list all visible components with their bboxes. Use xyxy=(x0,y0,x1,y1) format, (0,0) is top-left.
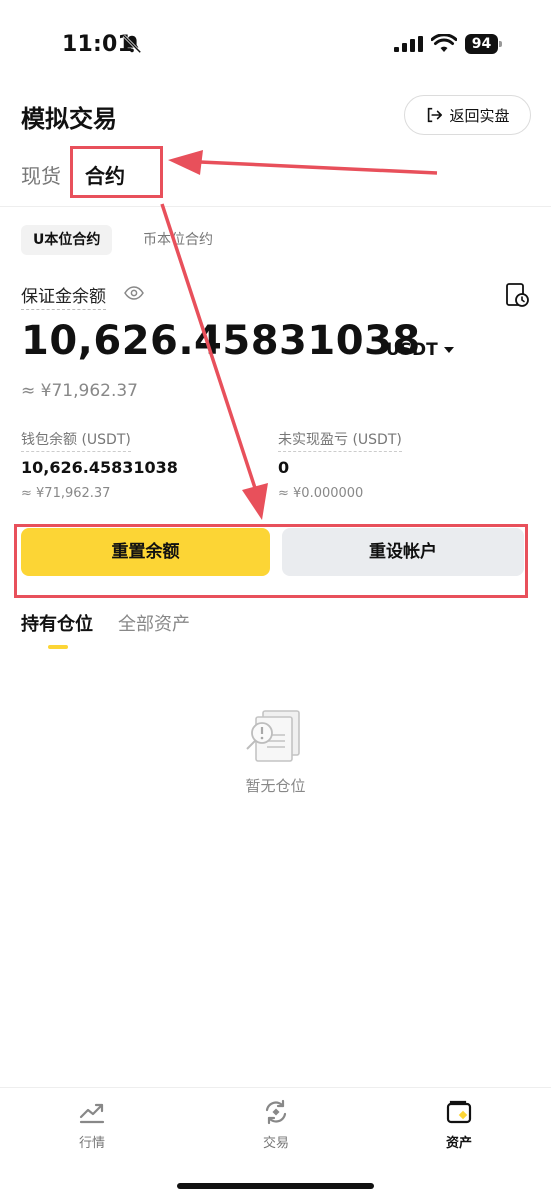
wallet-balance-label: 钱包余额 (USDT) xyxy=(21,429,131,452)
unrealized-pnl-cny: ≈ ¥0.000000 xyxy=(278,486,364,501)
wallet-balance-cny: ≈ ¥71,962.37 xyxy=(21,486,111,501)
nav-markets[interactable]: 行情 xyxy=(42,1098,142,1151)
unrealized-pnl-label: 未实现盈亏 (USDT) xyxy=(278,429,402,452)
wallet-balance-value: 10,626.45831038 xyxy=(21,458,178,477)
caret-down-icon xyxy=(443,347,454,353)
tab-open-positions[interactable]: 持有仓位 xyxy=(21,610,93,636)
tab-usdt-margined[interactable]: U本位合约 xyxy=(21,225,113,255)
currency-label: USDT xyxy=(386,340,438,360)
eye-icon[interactable] xyxy=(124,284,144,302)
empty-document-icon xyxy=(246,710,300,762)
nav-assets-label: 资产 xyxy=(445,1136,472,1151)
signal-icon xyxy=(394,36,423,52)
annotation-box-action-buttons xyxy=(14,524,528,598)
nav-assets[interactable]: 资产 xyxy=(409,1098,509,1151)
annotation-box-futures-tab xyxy=(70,146,163,198)
tab-spot[interactable]: 现货 xyxy=(21,160,61,189)
wallet-icon xyxy=(446,1100,472,1124)
nav-trade[interactable]: 交易 xyxy=(226,1098,326,1151)
active-tab-indicator xyxy=(48,645,68,649)
trade-exchange-icon xyxy=(265,1099,287,1125)
unrealized-pnl-value: 0 xyxy=(278,458,290,477)
status-bar: 11:01 94 xyxy=(0,0,551,90)
history-icon[interactable] xyxy=(504,282,530,308)
battery-level: 94 xyxy=(465,34,498,54)
empty-state-text: 暂无仓位 xyxy=(245,777,306,795)
home-indicator xyxy=(177,1183,374,1189)
nav-markets-label: 行情 xyxy=(78,1136,105,1151)
back-to-live-button[interactable]: 返回实盘 xyxy=(404,95,531,135)
divider xyxy=(0,206,551,207)
chart-trend-icon xyxy=(79,1103,105,1124)
tab-all-assets[interactable]: 全部资产 xyxy=(118,610,190,636)
battery-indicator: 94 xyxy=(465,34,503,54)
back-to-live-label: 返回实盘 xyxy=(449,106,510,125)
exit-icon xyxy=(428,107,443,123)
currency-dropdown[interactable]: USDT xyxy=(386,340,454,360)
tab-coin-margined[interactable]: 币本位合约 xyxy=(131,225,225,255)
nav-trade-label: 交易 xyxy=(262,1136,289,1151)
margin-balance-cny: ≈ ¥71,962.37 xyxy=(21,381,138,401)
bell-muted-icon xyxy=(122,34,142,54)
margin-balance-label: 保证金余额 xyxy=(21,282,106,310)
margin-balance-value: 10,626.45831038 xyxy=(21,318,421,364)
wifi-icon xyxy=(431,34,457,52)
page-title: 模拟交易 xyxy=(21,105,117,133)
